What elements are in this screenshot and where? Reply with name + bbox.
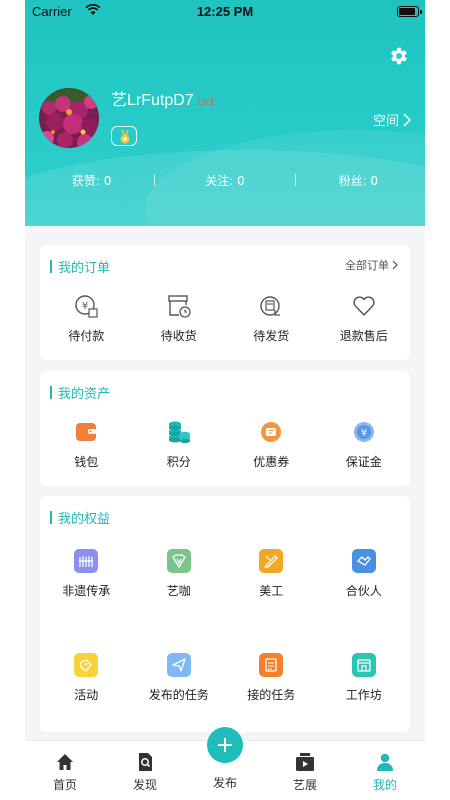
home-icon xyxy=(57,754,73,770)
tab-home[interactable]: 首页 xyxy=(35,751,95,793)
asset-wallet-label: 钱包 xyxy=(74,455,99,469)
tab-publish[interactable]: 发布 xyxy=(195,771,255,791)
asset-deposit-label: 保证金 xyxy=(345,455,382,469)
tab-discover-label: 发现 xyxy=(132,778,157,792)
benefit-partner[interactable]: 合伙人 xyxy=(318,548,411,599)
tab-profile[interactable]: 我的 xyxy=(355,751,415,793)
benefits-card: 我的权益 非遗传承 艺咖 美工 合伙人 活动 发布的任务 接的任务 工作坊 xyxy=(40,496,410,732)
pending-receipt-icon xyxy=(168,295,191,318)
all-orders-label: 全部订单 xyxy=(345,259,389,272)
battery-level xyxy=(399,8,416,15)
assets-title: 我的资产 xyxy=(50,383,110,402)
benefit-artist[interactable]: 艺咖 xyxy=(133,548,226,599)
benefit-published-task[interactable]: 发布的任务 xyxy=(133,652,226,703)
pending-shipment-icon xyxy=(260,296,281,316)
refund-icon xyxy=(353,296,375,316)
artist-icon xyxy=(166,549,191,573)
svg-text:¥: ¥ xyxy=(361,428,367,439)
username: 艺LrFutpD7 LV1 xyxy=(111,86,215,110)
orders-card: 我的订单 全部订单 ¥ 待付款 待收货 待发货 退款售后 xyxy=(40,245,410,360)
benefit-activity[interactable]: 活动 xyxy=(40,652,133,703)
assets-card: 我的资产 钱包 积分 优惠券 ¥ 保证金 xyxy=(40,371,410,486)
benefit-workshop[interactable]: 工作坊 xyxy=(318,652,411,703)
chevron-right-icon xyxy=(392,260,398,270)
benefit-heritage-label: 非遗传承 xyxy=(62,584,111,598)
accepted-task-icon xyxy=(259,653,284,677)
medal-badge[interactable] xyxy=(111,126,137,146)
pending-payment-icon: ¥ xyxy=(75,295,98,318)
benefits-title: 我的权益 xyxy=(50,508,110,527)
order-pending-receipt[interactable]: 待收货 xyxy=(133,293,226,344)
benefit-heritage[interactable]: 非遗传承 xyxy=(40,548,133,599)
tab-exhibition-label: 艺展 xyxy=(292,778,317,792)
order-pending-payment-label: 待付款 xyxy=(68,329,105,343)
battery-icon xyxy=(397,6,422,17)
profile-header: Carrier 12:25 PM 艺LrFutpD7 LV1 空间 获赞: 0 … xyxy=(25,0,425,226)
chevron-right-icon xyxy=(403,112,411,127)
app-screen: Carrier 12:25 PM 艺LrFutpD7 LV1 空间 获赞: 0 … xyxy=(25,0,425,800)
order-pending-payment[interactable]: ¥ 待付款 xyxy=(40,293,133,344)
deposit-icon: ¥ xyxy=(353,422,374,442)
tab-publish-label: 发布 xyxy=(212,776,237,790)
order-pending-shipment-label: 待发货 xyxy=(253,329,290,343)
fans-stat[interactable]: 粉丝: 0 xyxy=(292,172,425,189)
benefit-accepted-task-label: 接的任务 xyxy=(247,688,296,702)
publish-button[interactable] xyxy=(207,727,243,763)
benefit-workshop-label: 工作坊 xyxy=(345,688,382,702)
stats-divider xyxy=(295,174,296,186)
order-refund-label: 退款售后 xyxy=(339,329,388,343)
published-task-icon xyxy=(166,653,191,677)
status-bar: Carrier 12:25 PM xyxy=(25,0,425,24)
all-orders-link[interactable]: 全部订单 xyxy=(345,257,398,273)
benefit-designer-label: 美工 xyxy=(259,584,284,598)
status-time: 12:25 PM xyxy=(196,4,254,19)
likes-stat[interactable]: 获赞: 0 xyxy=(25,172,158,189)
profile-icon xyxy=(377,753,393,771)
avatar[interactable] xyxy=(39,88,99,148)
wallet-icon xyxy=(76,423,97,441)
plus-icon xyxy=(218,738,232,752)
asset-deposit[interactable]: ¥ 保证金 xyxy=(318,419,411,470)
svg-text:¥: ¥ xyxy=(82,301,88,312)
benefit-partner-label: 合伙人 xyxy=(345,584,382,598)
order-pending-receipt-label: 待收货 xyxy=(160,329,197,343)
activity-icon xyxy=(74,653,99,677)
avatar-flowers-image xyxy=(39,88,99,148)
benefit-designer[interactable]: 美工 xyxy=(225,548,318,599)
space-label: 空间 xyxy=(372,114,399,129)
order-refund[interactable]: 退款售后 xyxy=(318,293,411,344)
coupon-icon xyxy=(261,422,282,442)
username-text: 艺LrFutpD7 xyxy=(111,92,194,109)
order-pending-shipment[interactable]: 待发货 xyxy=(225,293,318,344)
medal-icon xyxy=(120,129,130,144)
points-icon xyxy=(168,421,190,444)
asset-points[interactable]: 积分 xyxy=(133,419,226,470)
tab-profile-label: 我的 xyxy=(372,778,397,792)
asset-coupon[interactable]: 优惠券 xyxy=(225,419,318,470)
following-stat[interactable]: 关注: 0 xyxy=(158,172,291,189)
tab-home-label: 首页 xyxy=(52,778,77,792)
tab-discover[interactable]: 发现 xyxy=(115,751,175,793)
stats-divider xyxy=(154,174,155,186)
benefit-activity-label: 活动 xyxy=(74,688,99,702)
orders-title: 我的订单 xyxy=(50,257,110,276)
asset-coupon-label: 优惠券 xyxy=(253,455,290,469)
exhibition-icon xyxy=(296,753,314,771)
partner-icon xyxy=(351,549,376,573)
tab-exhibition[interactable]: 艺展 xyxy=(275,751,335,793)
asset-wallet[interactable]: 钱包 xyxy=(40,419,133,470)
level-badge: LV1 xyxy=(197,97,215,108)
asset-points-label: 积分 xyxy=(166,455,191,469)
benefit-accepted-task[interactable]: 接的任务 xyxy=(225,652,318,703)
workshop-icon xyxy=(351,653,376,677)
discover-icon xyxy=(139,753,152,771)
heritage-icon xyxy=(74,549,99,573)
space-link[interactable]: 空间 xyxy=(373,110,411,129)
stats-row: 获赞: 0 关注: 0 粉丝: 0 xyxy=(25,172,425,189)
designer-icon xyxy=(259,549,284,573)
gear-icon[interactable] xyxy=(387,45,409,67)
benefit-published-task-label: 发布的任务 xyxy=(148,688,209,702)
benefit-artist-label: 艺咖 xyxy=(166,584,191,598)
